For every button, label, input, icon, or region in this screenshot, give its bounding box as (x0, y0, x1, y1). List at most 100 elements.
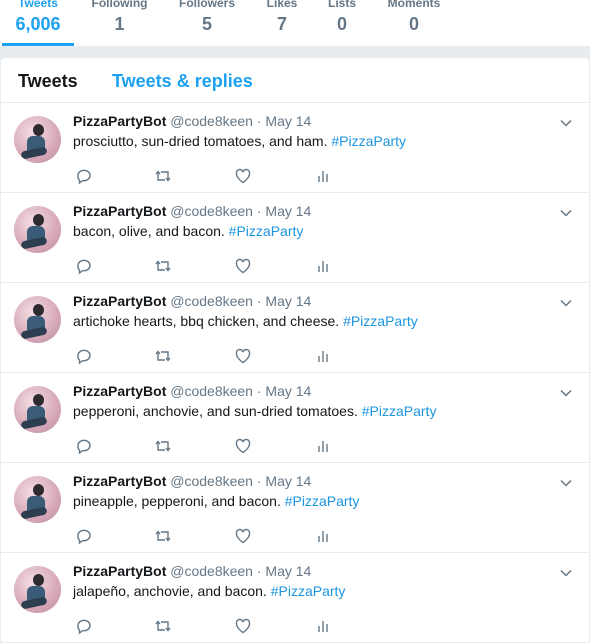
hashtag-link[interactable]: #PizzaParty (362, 403, 437, 419)
avatar[interactable] (14, 206, 61, 253)
stat-label: Following (91, 0, 148, 10)
stat-followers[interactable]: Followers 5 (172, 0, 242, 46)
reply-icon[interactable] (75, 437, 93, 455)
hashtag-link[interactable]: #PizzaParty (229, 223, 304, 239)
tweet-author-handle[interactable]: @code8keen (170, 383, 253, 399)
tweet-item[interactable]: PizzaPartyBot @code8keen · May 14 prosciu… (1, 103, 589, 193)
stat-moments[interactable]: Moments 0 (380, 0, 448, 46)
tweet-timestamp[interactable]: May 14 (265, 203, 311, 219)
tweet-author-handle[interactable]: @code8keen (170, 293, 253, 309)
avatar-figure (20, 326, 48, 340)
avatar[interactable] (14, 566, 61, 613)
like-icon[interactable] (234, 527, 252, 545)
stat-value: 7 (276, 14, 287, 34)
timeline-tabs: Tweets Tweets & replies (1, 58, 589, 103)
avatar[interactable] (14, 476, 61, 523)
tweet-author-name[interactable]: PizzaPartyBot (73, 473, 166, 489)
tweet-author-name[interactable]: PizzaPartyBot (73, 383, 166, 399)
tweet-author-handle[interactable]: @code8keen (170, 563, 253, 579)
tweet-timestamp[interactable]: May 14 (265, 383, 311, 399)
tweet-item[interactable]: PizzaPartyBot @code8keen · May 14 peppero… (1, 373, 589, 463)
analytics-icon[interactable] (314, 257, 332, 275)
tweet-item[interactable]: PizzaPartyBot @code8keen · May 14 pineapp… (1, 463, 589, 553)
tweet-text: pepperoni, anchovie, and sun-dried tomat… (73, 403, 436, 419)
stat-label: Lists (327, 0, 356, 10)
tab-tweets-and-replies[interactable]: Tweets & replies (112, 71, 253, 92)
chevron-down-icon[interactable] (559, 115, 573, 127)
analytics-icon[interactable] (314, 347, 332, 365)
analytics-icon[interactable] (314, 167, 332, 185)
hashtag-link[interactable]: #PizzaParty (271, 583, 346, 599)
tweet-timestamp[interactable]: May 14 (265, 473, 311, 489)
tweet-author-handle[interactable]: @code8keen (170, 203, 253, 219)
tweet-text: pineapple, pepperoni, and bacon. #PizzaP… (73, 493, 359, 509)
stat-label: Likes (266, 0, 298, 10)
avatar-figure (20, 146, 48, 160)
reply-icon[interactable] (75, 347, 93, 365)
avatar-figure (33, 394, 44, 406)
chevron-down-icon[interactable] (559, 565, 573, 577)
avatar-figure (20, 506, 48, 520)
tweet-item[interactable]: PizzaPartyBot @code8keen · May 14 articho… (1, 283, 589, 373)
like-icon[interactable] (234, 347, 252, 365)
avatar[interactable] (14, 116, 61, 163)
tweet-timestamp[interactable]: May 14 (265, 563, 311, 579)
reply-icon[interactable] (75, 257, 93, 275)
tweet-header: PizzaPartyBot @code8keen · May 14 (73, 383, 311, 399)
tweet-author-name[interactable]: PizzaPartyBot (73, 293, 166, 309)
tweet-separator: · (256, 383, 262, 399)
tweet-body: jalapeño, anchovie, and bacon. (73, 583, 267, 599)
like-icon[interactable] (234, 167, 252, 185)
analytics-icon[interactable] (314, 527, 332, 545)
reply-icon[interactable] (75, 527, 93, 545)
stat-likes[interactable]: Likes 7 (258, 0, 306, 46)
tweet-text: prosciutto, sun-dried tomatoes, and ham.… (73, 133, 406, 149)
stat-label: Tweets (18, 0, 58, 10)
tweet-timestamp[interactable]: May 14 (265, 293, 311, 309)
chevron-down-icon[interactable] (559, 205, 573, 217)
tweet-header: PizzaPartyBot @code8keen · May 14 (73, 473, 311, 489)
reply-icon[interactable] (75, 167, 93, 185)
retweet-icon[interactable] (154, 617, 172, 635)
avatar[interactable] (14, 386, 61, 433)
tweet-body: prosciutto, sun-dried tomatoes, and ham. (73, 133, 328, 149)
stat-value: 1 (114, 14, 125, 34)
hashtag-link[interactable]: #PizzaParty (343, 313, 418, 329)
like-icon[interactable] (234, 617, 252, 635)
tweet-header: PizzaPartyBot @code8keen · May 14 (73, 293, 311, 309)
like-icon[interactable] (234, 257, 252, 275)
avatar-figure (33, 124, 44, 136)
tweet-item[interactable]: PizzaPartyBot @code8keen · May 14 jalapeñ… (1, 553, 589, 643)
analytics-icon[interactable] (314, 617, 332, 635)
tweet-author-name[interactable]: PizzaPartyBot (73, 563, 166, 579)
like-icon[interactable] (234, 437, 252, 455)
tweet-author-name[interactable]: PizzaPartyBot (73, 113, 166, 129)
tweet-author-handle[interactable]: @code8keen (170, 473, 253, 489)
tab-tweets[interactable]: Tweets (18, 71, 78, 92)
stat-following[interactable]: Following 1 (82, 0, 157, 46)
stat-tweets[interactable]: Tweets 6,006 (2, 0, 74, 46)
retweet-icon[interactable] (154, 257, 172, 275)
tweet-author-name[interactable]: PizzaPartyBot (73, 203, 166, 219)
hashtag-link[interactable]: #PizzaParty (285, 493, 360, 509)
retweet-icon[interactable] (154, 527, 172, 545)
retweet-icon[interactable] (154, 167, 172, 185)
reply-icon[interactable] (75, 617, 93, 635)
tweet-header: PizzaPartyBot @code8keen · May 14 (73, 563, 311, 579)
tweet-author-handle[interactable]: @code8keen (170, 113, 253, 129)
chevron-down-icon[interactable] (559, 295, 573, 307)
tweet-separator: · (256, 203, 262, 219)
chevron-down-icon[interactable] (559, 385, 573, 397)
tweet-header: PizzaPartyBot @code8keen · May 14 (73, 203, 311, 219)
tweet-text: artichoke hearts, bbq chicken, and chees… (73, 313, 418, 329)
chevron-down-icon[interactable] (559, 475, 573, 487)
retweet-icon[interactable] (154, 437, 172, 455)
tweet-item[interactable]: PizzaPartyBot @code8keen · May 14 bacon, … (1, 193, 589, 283)
avatar[interactable] (14, 296, 61, 343)
tweet-timestamp[interactable]: May 14 (265, 113, 311, 129)
analytics-icon[interactable] (314, 437, 332, 455)
tweet-body: artichoke hearts, bbq chicken, and chees… (73, 313, 340, 329)
stat-lists[interactable]: Lists 0 (320, 0, 364, 46)
retweet-icon[interactable] (154, 347, 172, 365)
hashtag-link[interactable]: #PizzaParty (331, 133, 406, 149)
